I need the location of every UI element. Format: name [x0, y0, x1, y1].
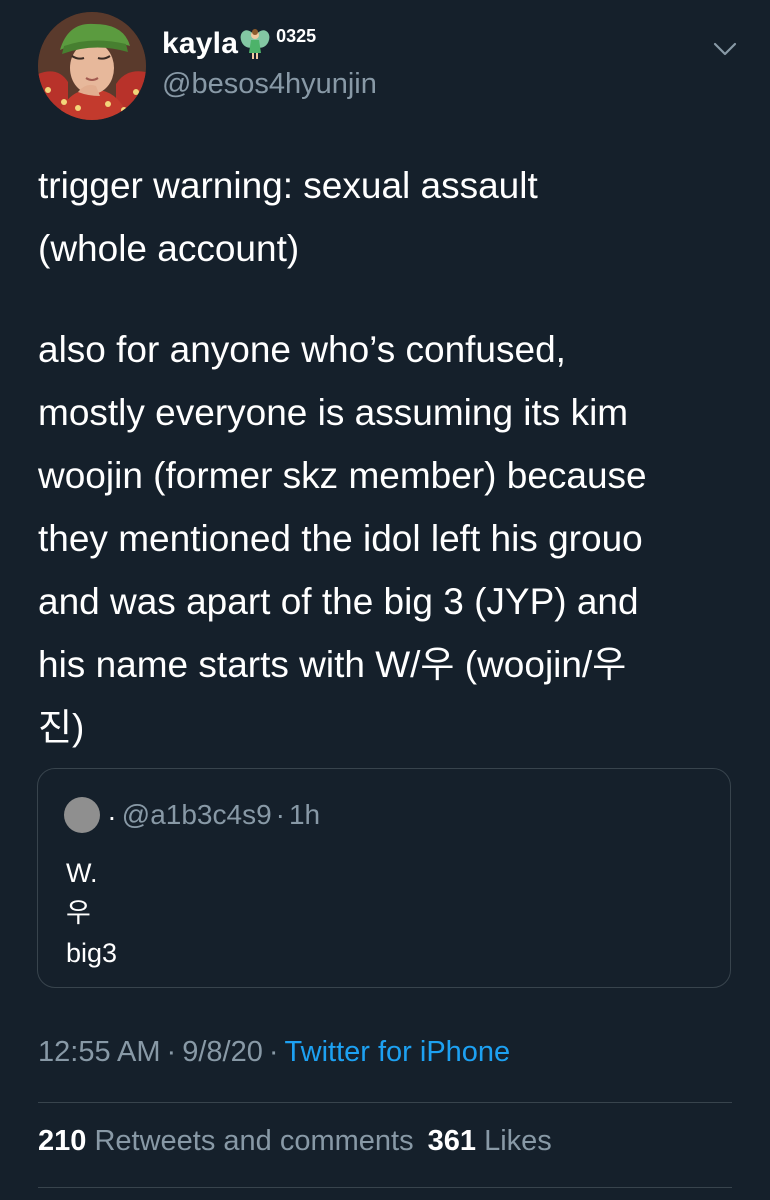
meta-separator: · [166, 1036, 177, 1068]
retweets-count: 210 [38, 1125, 87, 1157]
quoted-line: big3 [66, 938, 118, 968]
author-display-name[interactable]: kayla [162, 27, 238, 61]
quoted-separator: · [275, 799, 285, 830]
tweet-header: kayla 0325 @besos4hyunjin [38, 12, 738, 122]
tweet-source-link[interactable]: Twitter for iPhone [285, 1036, 511, 1068]
author-name-row[interactable]: kayla 0325 [162, 24, 316, 64]
fairy-icon [240, 27, 270, 61]
avatar-photo [38, 12, 146, 120]
author-handle[interactable]: @besos4hyunjin [162, 68, 377, 101]
quoted-line: 우 [66, 898, 91, 928]
tweet-detail: kayla 0325 @besos4hyunjin trigger warnin… [0, 0, 770, 1200]
likes-label: Likes [484, 1125, 552, 1157]
avatar[interactable] [38, 12, 146, 120]
likes-count: 361 [427, 1125, 476, 1157]
meta-separator: · [268, 1036, 279, 1068]
divider [38, 1187, 732, 1188]
tweet-text: trigger warning: sexual assault (whole a… [38, 154, 748, 759]
quoted-avatar [64, 797, 100, 833]
tweet-meta: 12:55 AM · 9/8/20 · Twitter for iPhone [38, 1036, 510, 1069]
quoted-tweet[interactable]: . @a1b3c4s9 · 1h W. 우 big3 [37, 768, 731, 988]
quoted-timestamp: 1h [288, 799, 321, 830]
tweet-time[interactable]: 12:55 AM [38, 1036, 161, 1068]
tweet-date[interactable]: 9/8/20 [182, 1036, 263, 1068]
quoted-author-name: . [108, 795, 116, 826]
retweets-stat[interactable]: 210 Retweets and comments [38, 1125, 414, 1157]
divider [38, 1102, 732, 1103]
quoted-tweet-header: . @a1b3c4s9 · 1h [64, 795, 321, 833]
likes-stat[interactable]: 361 Likes [428, 1125, 552, 1157]
quoted-author-handle: @a1b3c4s9 [121, 799, 272, 830]
quoted-tweet-text: W. 우 big3 [66, 853, 117, 973]
tweet-stats: 210 Retweets and comments 361 Likes [38, 1125, 552, 1158]
retweets-label: Retweets and comments [94, 1125, 414, 1157]
quoted-line: W. [66, 858, 98, 888]
author-name-suffix: 0325 [276, 25, 317, 46]
tweet-paragraph: also for anyone who’s confused, mostly e… [38, 329, 647, 748]
tweet-paragraph: trigger warning: sexual assault (whole a… [38, 165, 538, 269]
chevron-down-icon[interactable] [710, 34, 740, 64]
